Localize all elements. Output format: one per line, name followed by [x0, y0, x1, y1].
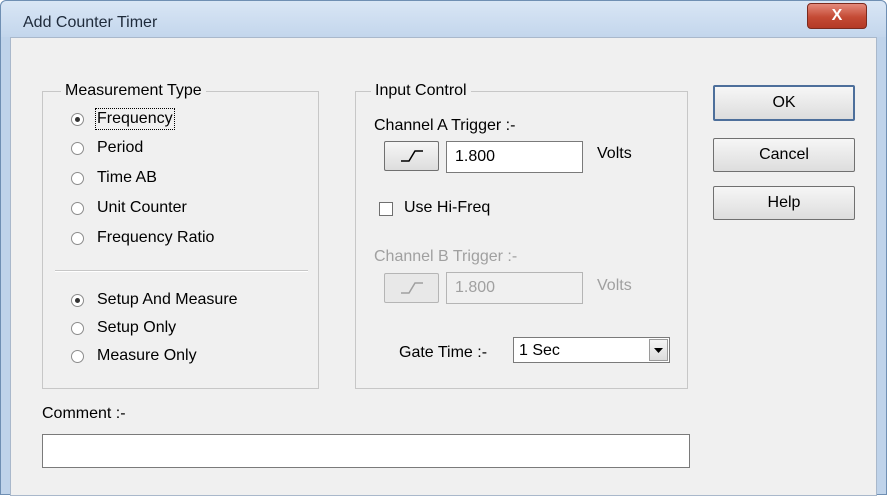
channel-b-trigger-value: 1.800 [455, 279, 496, 296]
close-icon: X [831, 7, 843, 24]
channel-b-units: Volts [597, 277, 632, 294]
dropdown-arrow[interactable] [649, 339, 668, 361]
radio-label[interactable]: Unit Counter [97, 199, 187, 217]
help-button[interactable]: Help [713, 186, 855, 220]
radio-button[interactable] [71, 113, 84, 126]
dialog-window: Add Counter Timer X Measurement Type Fre… [0, 0, 887, 496]
channel-a-trigger-value[interactable]: 1.800 [455, 148, 495, 166]
radio-label[interactable]: Time AB [97, 169, 157, 187]
gate-time-label: Gate Time :- [399, 344, 488, 361]
cancel-button[interactable]: Cancel [713, 138, 855, 172]
radio-label[interactable]: Period [97, 139, 143, 157]
rising-edge-icon [401, 150, 423, 162]
radio-button[interactable] [71, 172, 84, 185]
channel-a-slope-button[interactable] [384, 141, 439, 171]
radio-label[interactable]: Setup Only [97, 319, 176, 337]
channel-b-trigger-input: 1.800 [446, 272, 583, 304]
ok-label: OK [772, 94, 796, 111]
ok-button[interactable]: OK [713, 85, 855, 121]
chevron-down-icon [654, 348, 663, 353]
cancel-label: Cancel [759, 146, 809, 163]
title-bar[interactable]: Add Counter Timer X [1, 1, 886, 37]
radio-button[interactable] [71, 202, 84, 215]
comment-label: Comment :- [42, 405, 126, 422]
radio-button[interactable] [71, 294, 84, 307]
radio-button[interactable] [71, 350, 84, 363]
close-button[interactable]: X [807, 3, 867, 29]
radio-label[interactable]: Frequency [95, 108, 175, 130]
channel-b-label: Channel B Trigger :- [374, 248, 518, 265]
help-label: Help [767, 194, 801, 211]
radio-button[interactable] [71, 142, 84, 155]
comment-input[interactable] [42, 434, 690, 468]
radio-label[interactable]: Setup And Measure [97, 291, 238, 309]
measurement-type-legend: Measurement Type [61, 82, 206, 100]
radio-button[interactable] [71, 232, 84, 245]
radio-label[interactable]: Measure Only [97, 347, 197, 365]
gate-time-value[interactable]: 1 Sec [519, 342, 560, 360]
channel-a-label: Channel A Trigger :- [374, 117, 516, 134]
group-divider [55, 270, 308, 272]
window-title: Add Counter Timer [23, 14, 158, 31]
channel-a-units: Volts [597, 145, 632, 162]
rising-edge-icon [401, 282, 423, 294]
radio-label[interactable]: Frequency Ratio [97, 229, 214, 247]
dialog-body: Measurement Type Frequency Period Time A… [10, 37, 877, 496]
radio-button[interactable] [71, 322, 84, 335]
input-control-legend: Input Control [371, 82, 471, 100]
hi-freq-checkbox[interactable] [379, 202, 393, 216]
channel-a-trigger-input[interactable]: 1.800 [446, 141, 583, 173]
hi-freq-label[interactable]: Use Hi-Freq [404, 199, 490, 217]
gate-time-dropdown[interactable]: 1 Sec [513, 337, 670, 363]
channel-b-slope-button [384, 273, 439, 303]
